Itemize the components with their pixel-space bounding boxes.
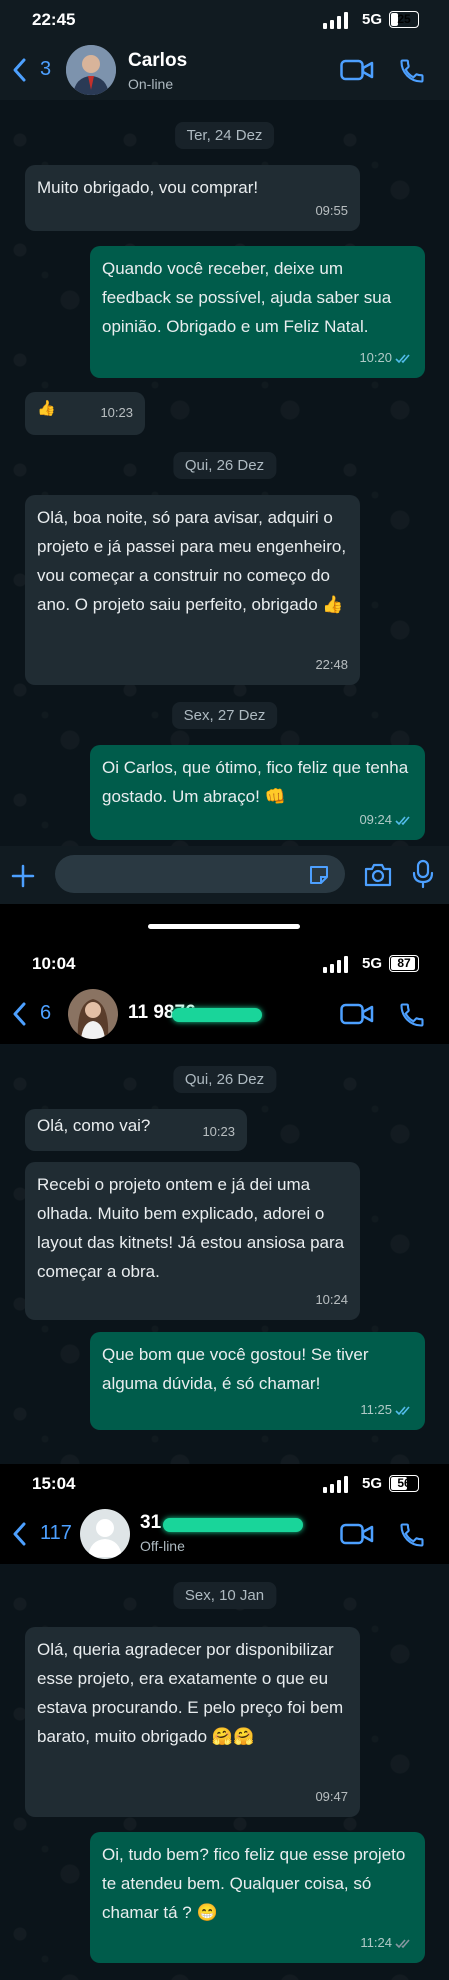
message-time: 10:24 xyxy=(315,1292,348,1307)
message-time: 22:48 xyxy=(315,657,348,672)
battery-icon: 25 xyxy=(389,11,419,28)
message-meta: 11:25 xyxy=(360,1395,413,1424)
message-text: Recebi o projeto ontem e já dei uma olha… xyxy=(37,1175,345,1281)
read-ticks-icon xyxy=(395,354,410,364)
message-time: 10:23 xyxy=(202,1124,235,1139)
message-text: Olá, queria agradecer por disponibilizar… xyxy=(37,1640,344,1746)
message-time: 10:20 xyxy=(359,350,392,365)
outgoing-message[interactable]: Que bom que você gostou! Se tiver alguma… xyxy=(90,1332,425,1430)
incoming-message[interactable]: Recebi o projeto ontem e já dei uma olha… xyxy=(25,1162,360,1320)
chat-screen-contact-2: 10:04 5G 87 6 11 9876 Qui, 26 Dez Olá, c… xyxy=(0,944,449,1464)
chat-header: 6 11 9876 xyxy=(0,984,449,1044)
redacted-number xyxy=(163,1518,303,1532)
incoming-message[interactable]: 👍 10:23 xyxy=(25,392,145,435)
battery-percent: 56 xyxy=(397,1476,411,1490)
outgoing-message[interactable]: Oi Carlos, que ótimo, fico feliz que ten… xyxy=(90,745,425,840)
unread-count[interactable]: 3 xyxy=(40,58,51,81)
battery-percent: 25 xyxy=(397,12,411,26)
read-ticks-icon xyxy=(395,816,410,826)
date-separator: Sex, 27 Dez xyxy=(171,702,278,729)
date-separator: Ter, 24 Dez xyxy=(174,122,275,149)
message-input[interactable] xyxy=(55,855,345,893)
status-time: 22:45 xyxy=(32,10,76,29)
phone-icon[interactable] xyxy=(398,1001,426,1029)
message-text: Oi Carlos, que ótimo, fico feliz que ten… xyxy=(102,758,409,806)
network-type: 5G xyxy=(361,955,382,972)
message-time: 09:24 xyxy=(359,812,392,827)
network-type: 5G xyxy=(361,11,382,28)
video-call-icon[interactable] xyxy=(340,1523,374,1545)
outgoing-message[interactable]: Quando você receber, deixe um feedback s… xyxy=(90,246,425,378)
date-separator: Qui, 26 Dez xyxy=(172,452,277,479)
signal-icon xyxy=(323,956,349,973)
message-text: Olá, boa noite, só para avisar, adquiri … xyxy=(37,508,347,614)
contact-name[interactable]: Carlos xyxy=(128,50,187,72)
unread-count[interactable]: 117 xyxy=(40,1522,72,1545)
date-separator: Sex, 10 Jan xyxy=(172,1582,277,1609)
message-meta: 09:24 xyxy=(359,805,413,834)
message-time: 10:23 xyxy=(100,405,133,420)
message-input-bar xyxy=(0,846,449,904)
status-bar: 22:45 5G 25 xyxy=(0,0,449,40)
sticker-icon[interactable] xyxy=(307,863,331,887)
status-time: 10:04 xyxy=(32,954,76,973)
message-time: 09:47 xyxy=(315,1789,348,1804)
back-arrow-icon[interactable] xyxy=(10,1000,30,1028)
message-time: 11:25 xyxy=(360,1402,392,1417)
unread-count[interactable]: 6 xyxy=(40,1002,51,1025)
chat-header: 3 Carlos On-line xyxy=(0,40,449,100)
battery-percent: 87 xyxy=(397,956,411,970)
message-text: Quando você receber, deixe um feedback s… xyxy=(102,259,392,336)
avatar[interactable] xyxy=(80,1509,130,1559)
status-bar: 10:04 5G 87 xyxy=(0,944,449,984)
message-time: 11:24 xyxy=(360,1935,392,1950)
contact-status: On-line xyxy=(128,76,174,92)
date-separator: Qui, 26 Dez xyxy=(172,1066,277,1093)
back-arrow-icon[interactable] xyxy=(10,56,30,84)
network-type: 5G xyxy=(361,1475,382,1492)
phone-icon[interactable] xyxy=(398,1521,426,1549)
incoming-message[interactable]: Muito obrigado, vou comprar! 09:55 xyxy=(25,165,360,231)
phone-icon[interactable] xyxy=(398,57,426,85)
plus-icon[interactable] xyxy=(10,863,36,889)
signal-icon xyxy=(323,12,349,29)
chat-header: 117 31 Off-line xyxy=(0,1504,449,1564)
message-text: Oi, tudo bem? fico feliz que esse projet… xyxy=(102,1845,406,1922)
status-bar: 15:04 5G 56 xyxy=(0,1464,449,1504)
chat-screen-contact-3: 15:04 5G 56 117 31 Off-line Sex, 10 Jan … xyxy=(0,1464,449,1980)
avatar[interactable] xyxy=(66,45,116,95)
battery-icon: 87 xyxy=(389,955,419,972)
message-meta: 11:24 xyxy=(360,1928,413,1957)
back-arrow-icon[interactable] xyxy=(10,1520,30,1548)
contact-name[interactable]: 31 xyxy=(140,1512,161,1534)
message-time: 09:55 xyxy=(315,203,348,218)
message-text: Que bom que você gostou! Se tiver alguma… xyxy=(102,1345,369,1393)
mic-icon[interactable] xyxy=(412,859,434,889)
contact-status: Off-line xyxy=(140,1538,185,1554)
incoming-message[interactable]: Olá, queria agradecer por disponibilizar… xyxy=(25,1627,360,1817)
video-call-icon[interactable] xyxy=(340,1003,374,1025)
message-meta: 10:20 xyxy=(359,343,413,372)
incoming-message[interactable]: Olá, boa noite, só para avisar, adquiri … xyxy=(25,495,360,685)
avatar[interactable] xyxy=(68,989,118,1039)
battery-icon: 56 xyxy=(389,1475,419,1492)
message-text: Muito obrigado, vou comprar! xyxy=(37,178,259,197)
redacted-number xyxy=(172,1008,262,1022)
outgoing-message[interactable]: Oi, tudo bem? fico feliz que esse projet… xyxy=(90,1832,425,1963)
incoming-message[interactable]: Olá, como vai? 10:23 xyxy=(25,1109,247,1151)
read-ticks-icon xyxy=(395,1406,410,1416)
home-indicator xyxy=(148,924,300,929)
chat-screen-carlos: 22:45 5G 25 3 Carlos On-line Ter, 24 Dez… xyxy=(0,0,449,904)
video-call-icon[interactable] xyxy=(340,59,374,81)
camera-icon[interactable] xyxy=(363,862,393,888)
read-ticks-icon xyxy=(395,1939,410,1949)
signal-icon xyxy=(323,1476,349,1493)
status-time: 15:04 xyxy=(32,1474,76,1493)
